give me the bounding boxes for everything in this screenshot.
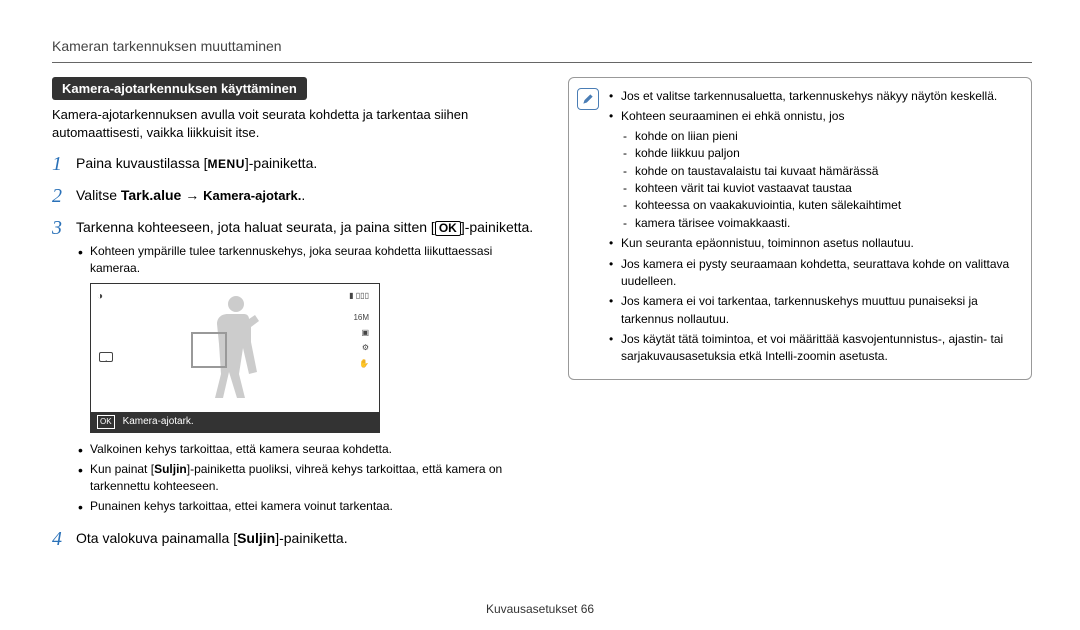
- info-sub-item: kohde on taustavalaistu tai kuvaat hämär…: [623, 163, 1019, 180]
- camera-icon-tr: ▮ ▯▯▯: [349, 290, 369, 301]
- step-3-bullet: Kohteen ympärille tulee tarkennuskehys, …: [76, 243, 540, 277]
- step-4-text: Ota valokuva painamalla [Suljin]-painike…: [76, 528, 540, 550]
- page-header: Kameran tarkennuksen muuttaminen: [52, 38, 1032, 54]
- section-title: Kamera-ajotarkennuksen käyttäminen: [52, 77, 307, 100]
- info-item: Jos et valitse tarkennusaluetta, tarkenn…: [609, 88, 1019, 105]
- divider: [52, 62, 1032, 63]
- ok-chip: OK: [435, 221, 461, 236]
- info-sub-item: kamera tärisee voimakkaasti.: [623, 215, 1019, 232]
- step-3-text: Tarkenna kohteeseen, jota haluat seurata…: [76, 217, 540, 518]
- step-1-text: Paina kuvaustilassa [MENU]-painiketta.: [76, 153, 540, 175]
- info-item: Jos kamera ei pysty seuraamaan kohdetta,…: [609, 256, 1019, 291]
- info-item: Kohteen seuraaminen ei ehkä onnistu, jos…: [609, 108, 1019, 232]
- info-item: Kun seuranta epäonnistuu, toiminnon aset…: [609, 235, 1019, 252]
- menu-chip: MENU: [208, 156, 245, 173]
- info-item: Jos käytät tätä toimintoa, et voi määrit…: [609, 331, 1019, 366]
- camera-mode-icon: [99, 352, 113, 362]
- focus-frame: [191, 332, 227, 368]
- step-number-4: 4: [52, 528, 76, 550]
- step-number-3: 3: [52, 217, 76, 518]
- camera-icon-tl: ◑: [97, 290, 103, 305]
- explain-white: Valkoinen kehys tarkoittaa, että kamera …: [76, 441, 540, 458]
- step-number-2: 2: [52, 185, 76, 207]
- info-sub-item: kohteen värit tai kuviot vastaavat taust…: [623, 180, 1019, 197]
- camera-quality-icon: ▣: [353, 325, 369, 340]
- camera-res-icon: 16M: [353, 310, 369, 325]
- camera-flash-icon: ⚙: [353, 340, 369, 355]
- info-sub-item: kohteessa on vaakakuviointia, kuten säle…: [623, 197, 1019, 214]
- explain-green: Kun painat [Suljin]-painiketta puoliksi,…: [76, 461, 540, 495]
- info-sub-item: kohde on liian pieni: [623, 128, 1019, 145]
- step-number-1: 1: [52, 153, 76, 175]
- caption-label: Kamera-ajotark.: [123, 415, 194, 430]
- camera-stab-icon: ✋: [353, 356, 369, 371]
- page-footer: Kuvausasetukset 66: [0, 602, 1080, 616]
- info-item: Jos kamera ei voi tarkentaa, tarkennuske…: [609, 293, 1019, 328]
- camera-preview: ◑ ▮ ▯▯▯ 16M ▣ ⚙ ✋: [90, 283, 380, 434]
- caption-ok-icon: OK: [97, 415, 115, 429]
- intro-text: Kamera-ajotarkennuksen avulla voit seura…: [52, 106, 540, 141]
- info-sub-item: kohde liikkuu paljon: [623, 145, 1019, 162]
- step-2-text: Valitse Tark.alue → Kamera-ajotark..: [76, 185, 540, 207]
- explain-red: Punainen kehys tarkoittaa, ettei kamera …: [76, 498, 540, 515]
- note-icon: [577, 88, 599, 110]
- info-box: Jos et valitse tarkennusaluetta, tarkenn…: [568, 77, 1032, 380]
